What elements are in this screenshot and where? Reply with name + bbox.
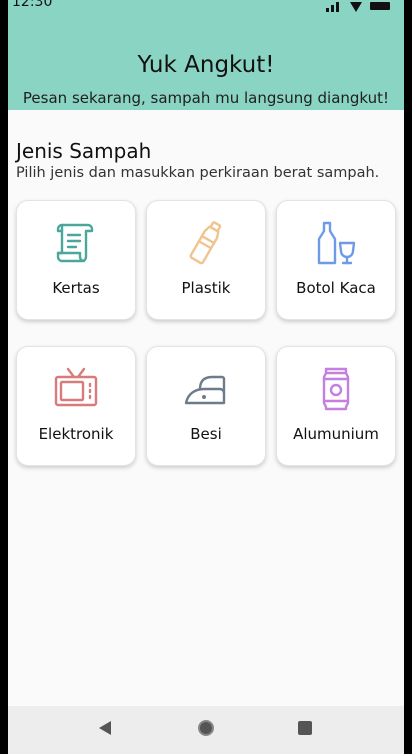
category-label: Plastik	[181, 279, 231, 297]
category-label: Besi	[190, 425, 222, 443]
category-label: Alumunium	[293, 425, 379, 443]
section-title: Jenis Sampah	[16, 139, 152, 163]
home-icon[interactable]	[198, 720, 214, 736]
battery-icon	[370, 2, 390, 10]
category-card-kertas[interactable]: Kertas	[16, 200, 136, 320]
status-bar: 12:30	[8, 0, 404, 24]
category-card-elektronik[interactable]: Elektronik	[16, 346, 136, 466]
plastic-bottle-icon	[189, 221, 222, 265]
category-label: Elektronik	[38, 425, 114, 443]
back-icon[interactable]	[98, 720, 112, 736]
status-time: 12:30	[12, 0, 53, 10]
category-label: Botol Kaca	[296, 279, 376, 297]
category-card-besi[interactable]: Besi	[146, 346, 266, 466]
glass-bottle-icon	[317, 221, 356, 265]
system-nav-bar	[8, 706, 404, 754]
wifi-icon	[350, 2, 362, 12]
signal-icon	[326, 2, 342, 12]
recent-apps-icon[interactable]	[298, 721, 312, 735]
section-subtitle: Pilih jenis dan masukkan perkiraan berat…	[16, 165, 380, 181]
category-card-botol-kaca[interactable]: Botol Kaca	[276, 200, 396, 320]
category-card-plastik[interactable]: Plastik	[146, 200, 266, 320]
iron-icon	[184, 375, 226, 405]
header-title: Yuk Angkut!	[137, 52, 275, 78]
app-screen: Yuk Angkut! Pesan sekarang, sampah mu la…	[8, 12, 404, 754]
status-icons	[326, 2, 390, 12]
soda-can-icon	[322, 367, 350, 411]
category-label: Kertas	[52, 279, 100, 297]
category-card-alumunium[interactable]: Alumunium	[276, 346, 396, 466]
paper-scroll-icon	[56, 223, 94, 263]
television-icon	[54, 367, 98, 407]
app-header: Yuk Angkut! Pesan sekarang, sampah mu la…	[8, 24, 404, 110]
header-subtitle: Pesan sekarang, sampah mu langsung diang…	[22, 89, 390, 107]
